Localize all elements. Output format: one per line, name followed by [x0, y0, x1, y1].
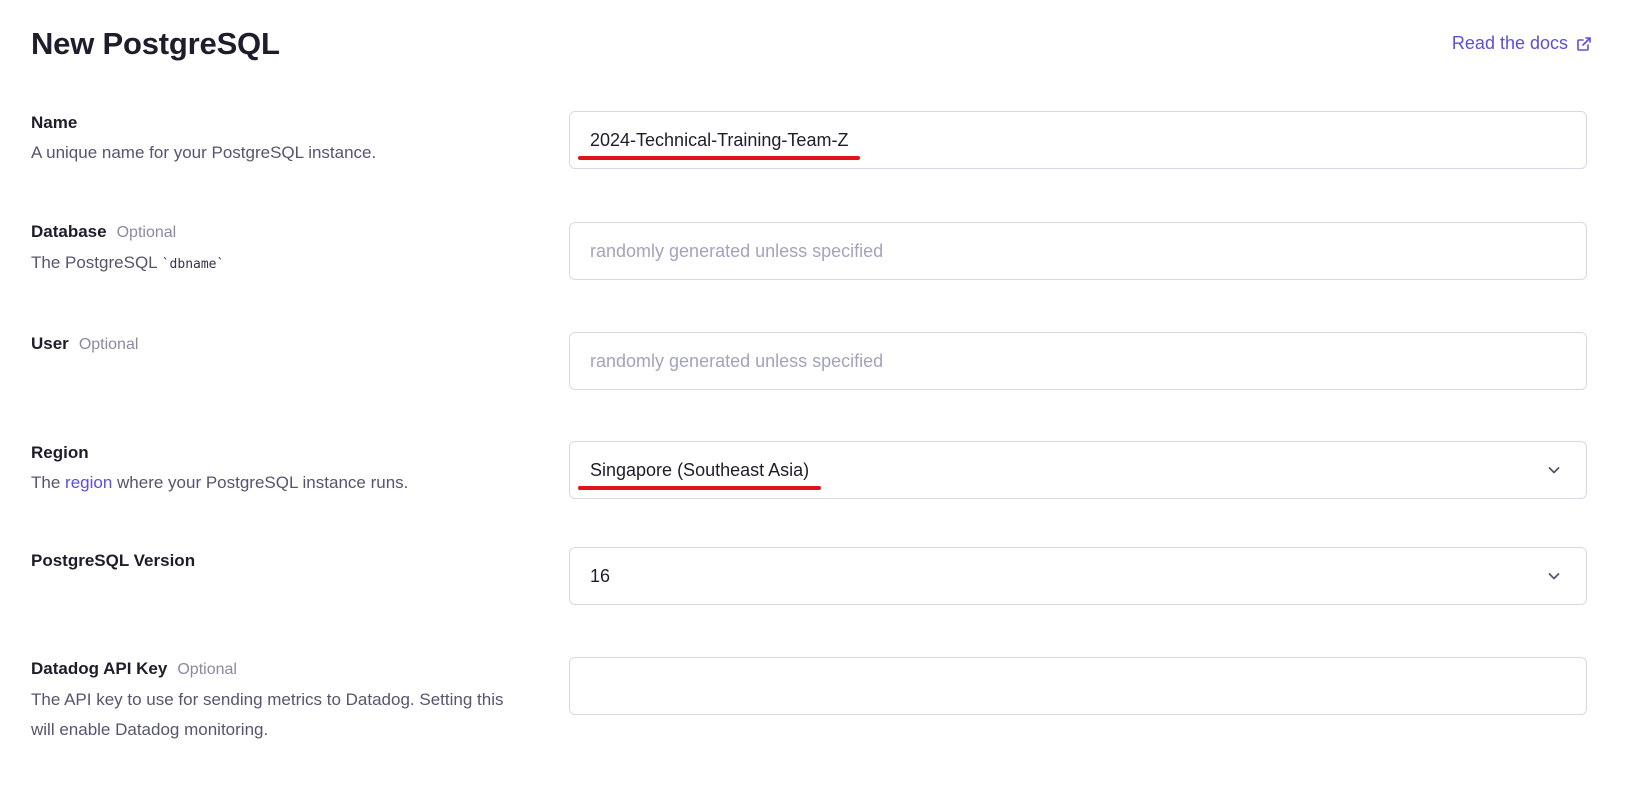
page-title: New PostgreSQL — [31, 26, 280, 61]
name-input-value-wrap: 2024-Technical-Training-Team-Z — [578, 129, 861, 160]
name-input-value: 2024-Technical-Training-Team-Z — [590, 129, 849, 150]
name-label: Name — [31, 112, 551, 134]
region-select-value: Singapore (Southeast Asia) — [590, 459, 810, 480]
user-label: User Optional — [31, 333, 551, 356]
version-label: PostgreSQL Version — [31, 550, 551, 572]
datadog-label-group: Datadog API Key Optional The API key to … — [31, 658, 551, 745]
region-select[interactable]: Singapore (Southeast Asia) — [569, 441, 1587, 499]
name-input[interactable]: 2024-Technical-Training-Team-Z — [569, 111, 1587, 169]
region-label-text: Region — [31, 443, 89, 462]
read-the-docs-label: Read the docs — [1451, 33, 1568, 53]
user-label-text: User — [31, 334, 69, 353]
user-input[interactable]: randomly generated unless specified — [569, 332, 1587, 390]
database-description-code: `dbname` — [161, 257, 225, 272]
version-select[interactable]: 16 — [569, 547, 1587, 605]
name-description: A unique name for your PostgreSQL instan… — [31, 143, 377, 162]
region-label: Region — [31, 442, 551, 464]
database-label-group: Database Optional The PostgreSQL `dbname… — [31, 221, 551, 280]
version-select-value: 16 — [590, 565, 611, 586]
datadog-optional-tag: Optional — [177, 661, 237, 678]
region-label-group: Region The region where your PostgreSQL … — [31, 442, 551, 498]
database-input[interactable]: randomly generated unless specified — [569, 222, 1587, 280]
chevron-down-icon — [1548, 573, 1560, 580]
region-description-suffix: where your PostgreSQL instance runs. — [112, 473, 409, 492]
database-optional-tag: Optional — [116, 224, 177, 241]
datadog-api-key-input[interactable] — [569, 657, 1587, 715]
user-label-group: User Optional — [31, 333, 551, 356]
database-label: Database Optional — [31, 221, 551, 244]
red-underline-annotation — [578, 155, 861, 160]
read-the-docs-link[interactable]: Read the docs — [1452, 33, 1592, 54]
datadog-description: The API key to use for sending metrics t… — [31, 690, 504, 739]
name-label-group: Name A unique name for your PostgreSQL i… — [31, 112, 551, 168]
name-label-text: Name — [31, 113, 78, 132]
version-label-text: PostgreSQL Version — [31, 551, 196, 570]
region-description: The region where your PostgreSQL instanc… — [31, 468, 551, 498]
database-description-text: The PostgreSQL — [31, 253, 162, 272]
user-input-placeholder: randomly generated unless specified — [590, 350, 884, 371]
datadog-label: Datadog API Key Optional — [31, 658, 551, 681]
database-label-text: Database — [31, 222, 107, 241]
chevron-down-icon — [1548, 467, 1560, 474]
user-optional-tag: Optional — [78, 336, 139, 353]
datadog-label-text: Datadog API Key — [31, 659, 168, 678]
red-underline-annotation — [578, 485, 822, 490]
external-link-icon — [1577, 36, 1591, 51]
database-input-placeholder: randomly generated unless specified — [590, 240, 884, 261]
region-description-prefix: The — [31, 473, 66, 492]
version-label-group: PostgreSQL Version — [31, 550, 551, 572]
database-description: The PostgreSQL `dbname` — [31, 248, 551, 280]
region-link[interactable]: region — [65, 473, 112, 492]
region-select-value-wrap: Singapore (Southeast Asia) — [578, 459, 822, 490]
